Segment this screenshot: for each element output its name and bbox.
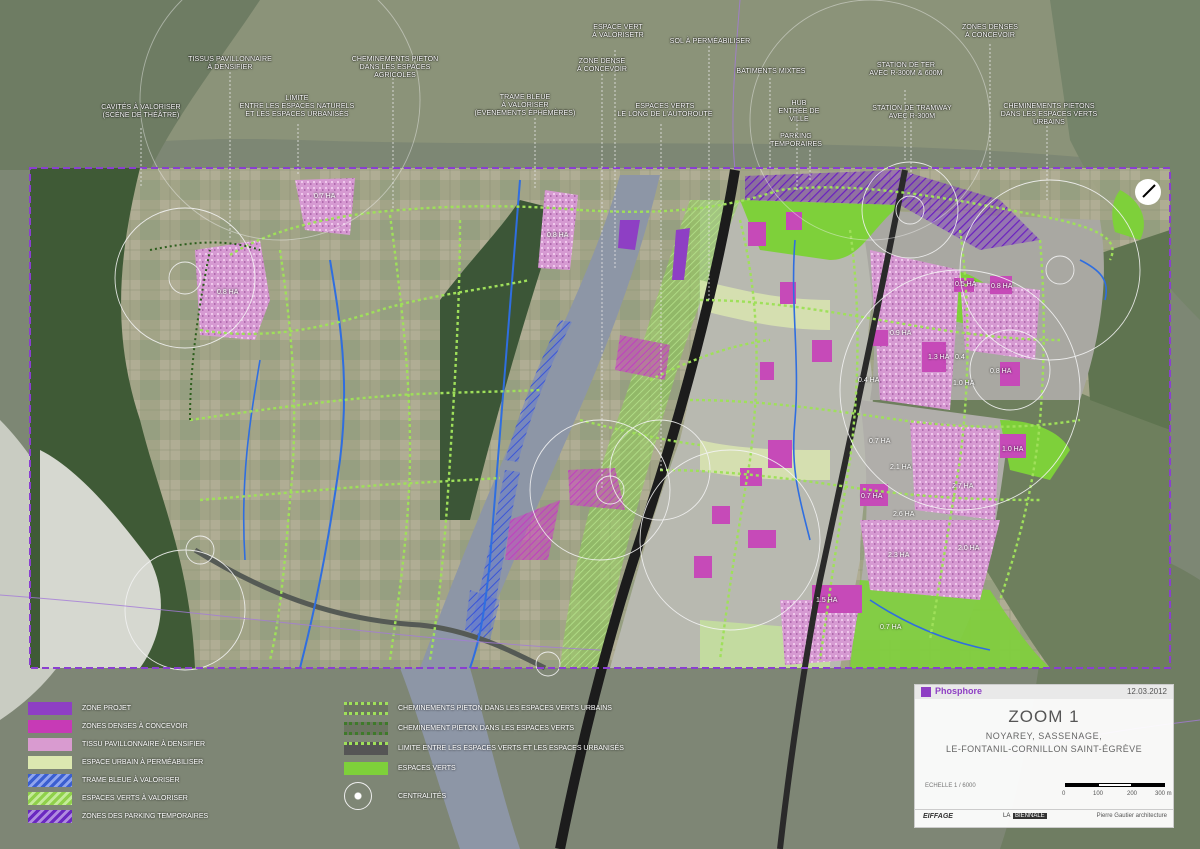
callout-ter: STATION DE TER AVEC R-300M & 600M bbox=[869, 62, 943, 77]
area-label: 0.8 HA bbox=[991, 283, 1013, 290]
legend-item-tissu: TISSU PAVILLONNAIRE À DENSIFIER bbox=[28, 738, 205, 751]
callout-zones-denses: ZONES DENSES À CONCEVOIR bbox=[961, 24, 1019, 39]
partner-eiffage: EIFFAGE bbox=[923, 813, 953, 820]
callout-parking: PARKING TEMPORAIRES bbox=[769, 133, 823, 148]
divider bbox=[915, 809, 1173, 810]
scale-tick: 0 bbox=[1062, 791, 1066, 797]
swatch bbox=[28, 756, 72, 769]
scale-tick: 100 bbox=[1093, 791, 1104, 797]
callout-sol: SOL À PERMÉABILISER bbox=[669, 38, 751, 45]
area-label: 0.5 HA bbox=[955, 281, 977, 288]
legend-item-limite: LIMITE ENTRE LES ESPACES VERTS ET LES ES… bbox=[344, 742, 624, 755]
legend-label: CHEMINEMENT PIETON DANS LES ESPACES VERT… bbox=[398, 725, 575, 732]
callout-chem-urbains: CHEMINEMENTS PIETONS DANS LES ESPACES VE… bbox=[1000, 103, 1098, 126]
area-label: 2.1 HA bbox=[890, 464, 912, 471]
legend-item-chem-urbains: CHEMINEMENTS PIETON DANS LES ESPACES VER… bbox=[344, 702, 612, 715]
area-label: 0.7 HA bbox=[869, 438, 891, 445]
legend-label: ZONE PROJET bbox=[82, 705, 132, 712]
callout-espace-vert: ESPACE VERT À VALORISETR bbox=[592, 24, 644, 39]
swatch bbox=[344, 762, 388, 775]
title-block: Phosphore 12.03.2012 ZOOM 1 NOYAREY, SAS… bbox=[914, 684, 1174, 828]
area-label: 0.7 HA bbox=[314, 193, 336, 200]
swatch bbox=[28, 774, 72, 787]
callout-cavites: CAVITÉS À VALORISER (SCÈNE DE THÉÂTRE) bbox=[101, 104, 181, 119]
area-label: 2.6 HA bbox=[893, 511, 915, 518]
swatch bbox=[28, 792, 72, 805]
partner-prefix: LA bbox=[1003, 813, 1011, 819]
area-label: 0.4 bbox=[955, 354, 965, 361]
legend-item-ev: ESPACES VERTS bbox=[344, 762, 456, 775]
legend-item-ev-valoriser: ESPACES VERTS À VALORISER bbox=[28, 792, 188, 805]
scale-label: ECHELLE 1 / 6000 bbox=[925, 783, 976, 789]
callout-chem-agri: CHEMINEMENTS PIETON DANS LES ESPACES AGR… bbox=[351, 56, 439, 79]
legend-label: LIMITE ENTRE LES ESPACES VERTS ET LES ES… bbox=[398, 745, 624, 752]
callout-ev-autoroute: ESPACES VERTS LE LONG DE L'AUTOROUTE bbox=[617, 103, 713, 118]
swatch bbox=[28, 738, 72, 751]
legend-item-zone-projet: ZONE PROJET bbox=[28, 702, 131, 715]
swatch bbox=[344, 742, 388, 755]
area-label: 2.7 HA bbox=[952, 483, 974, 490]
legend-item-centralites: CENTRALITÉS bbox=[344, 782, 446, 810]
legend-label: ESPACES VERTS bbox=[398, 765, 456, 772]
legend-item-chem-ev: CHEMINEMENT PIETON DANS LES ESPACES VERT… bbox=[344, 722, 574, 735]
swatch bbox=[28, 810, 72, 823]
callout-trame: TRAME BLEUE À VALORISER (EVENEMENTS ÉPHÉ… bbox=[474, 94, 576, 117]
area-label: 1.0 HA bbox=[953, 380, 975, 387]
legend-item-trame-bleue: TRAME BLEUE À VALORISER bbox=[28, 774, 180, 787]
callout-batiments: BATIMENTS MIXTES bbox=[736, 68, 806, 75]
area-label: 1.3 HA bbox=[928, 354, 950, 361]
callout-tissus: TISSUS PAVILLONNAIRE À DENSIFIER bbox=[188, 56, 272, 71]
area-label: 0.8 HA bbox=[547, 232, 569, 239]
swatch bbox=[344, 722, 388, 735]
legend-label: ESPACES VERTS À VALORISER bbox=[82, 795, 188, 802]
legend-label: ZONES DENSES À CONCEVOIR bbox=[82, 723, 188, 730]
legend-label: CENTRALITÉS bbox=[398, 792, 447, 800]
area-label: 0.7 HA bbox=[880, 624, 902, 631]
legend-item-espace-urbain: ESPACE URBAIN À PERMÉABILISER bbox=[28, 756, 203, 769]
architect: Pierre Gautier architecture bbox=[1096, 813, 1167, 819]
brand-name: Phosphore bbox=[935, 686, 983, 696]
map-title: ZOOM 1 bbox=[1008, 707, 1080, 726]
area-label: 1.0 HA bbox=[1002, 446, 1024, 453]
scale-bar bbox=[1065, 783, 1166, 787]
legend-label: TRAME BLEUE À VALORISER bbox=[82, 777, 180, 784]
area-label: 1.5 HA bbox=[816, 597, 838, 604]
legend-label: ESPACE URBAIN À PERMÉABILISER bbox=[82, 759, 204, 766]
subtitle-line2: LE-FONTANIL-CORNILLON SAINT-ÉGRÈVE bbox=[946, 744, 1142, 754]
scale-tick: 200 bbox=[1127, 791, 1138, 797]
callout-limite: LIMITE ENTRE LES ESPACES NATURELS ET LES… bbox=[239, 95, 355, 118]
callout-tram: STATION DE TRAMWAY AVEC R-300M bbox=[872, 105, 952, 120]
callout-hub: HUB ENTRÉE DE VILLE bbox=[778, 100, 820, 123]
subtitle-line1: NOYAREY, SASSENAGE, bbox=[985, 731, 1103, 741]
centralite-icon bbox=[344, 782, 372, 810]
swatch bbox=[28, 720, 72, 733]
partner-biennale: BIENNALE bbox=[1013, 813, 1047, 819]
callout-zone-dense: ZONE DENSE À CONCEVOIR bbox=[576, 58, 628, 73]
swatch bbox=[344, 702, 388, 715]
date: 12.03.2012 bbox=[1126, 687, 1167, 696]
area-label: 2.0 HA bbox=[958, 545, 980, 552]
phosphore-logo-icon bbox=[921, 687, 931, 697]
legend-label: ZONES DES PARKING TEMPORAIRES bbox=[82, 813, 209, 820]
swatch bbox=[28, 702, 72, 715]
area-label: 2.3 HA bbox=[888, 552, 910, 559]
legend-item-parking: ZONES DES PARKING TEMPORAIRES bbox=[28, 810, 208, 823]
legend-label: CHEMINEMENTS PIETON DANS LES ESPACES VER… bbox=[398, 705, 612, 712]
legend-label: TISSU PAVILLONNAIRE À DENSIFIER bbox=[82, 741, 206, 748]
area-label: 0.9 HA bbox=[890, 330, 912, 337]
area-label: 0.7 HA bbox=[861, 493, 883, 500]
area-label: 0.4 HA bbox=[858, 377, 880, 384]
area-label: 0.8 HA bbox=[217, 289, 239, 296]
scale-tick: 300 m bbox=[1155, 791, 1172, 797]
area-label: 0.8 HA bbox=[990, 368, 1012, 375]
legend-item-zones-denses: ZONES DENSES À CONCEVOIR bbox=[28, 720, 188, 733]
